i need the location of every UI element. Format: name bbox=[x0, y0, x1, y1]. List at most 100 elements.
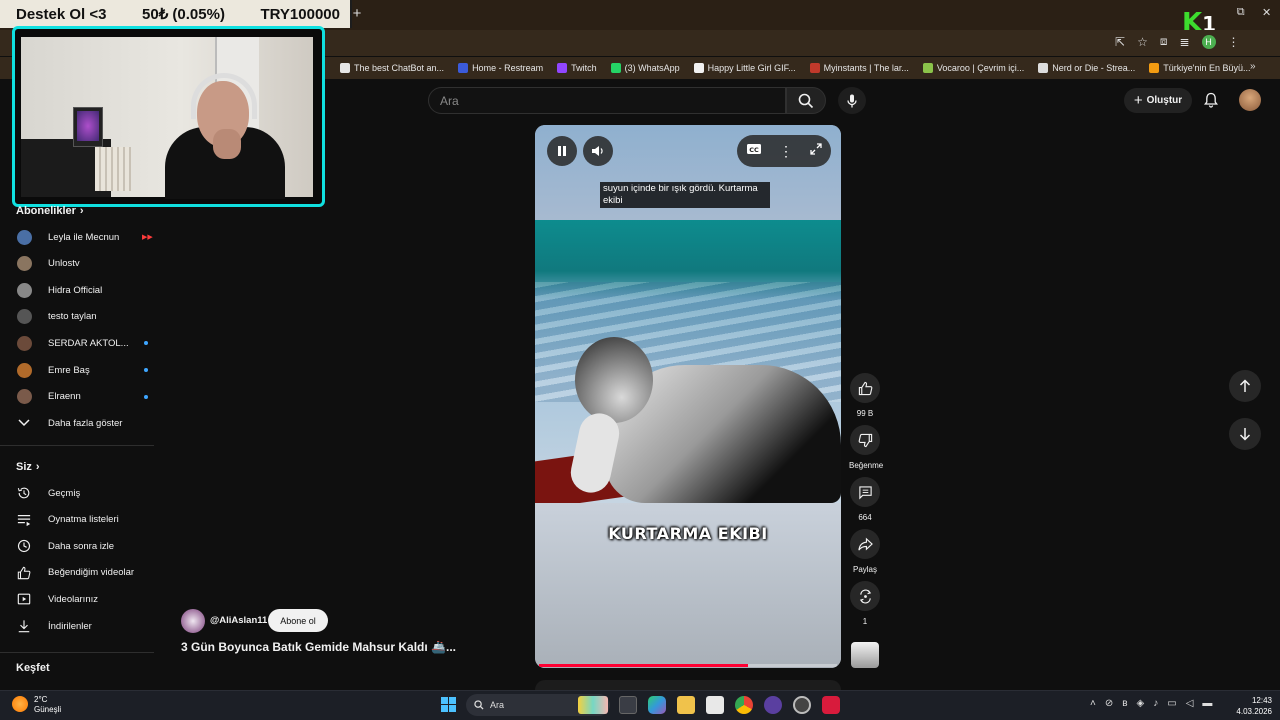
bookmark-item[interactable]: Twitch bbox=[557, 63, 597, 73]
search-input[interactable]: Ara bbox=[428, 87, 786, 114]
windows-start-icon[interactable] bbox=[441, 697, 456, 712]
voice-search-button[interactable] bbox=[838, 87, 866, 114]
volume-tray-icon[interactable]: ◁ bbox=[1186, 698, 1194, 709]
previous-short-button[interactable] bbox=[1229, 370, 1261, 402]
security-icon[interactable]: ◈ bbox=[1137, 698, 1145, 709]
user-avatar[interactable] bbox=[1239, 89, 1261, 111]
sidebar-item-thumbs-up[interactable]: Beğendiğim videolar bbox=[16, 563, 154, 583]
mic-tray-icon[interactable]: ♪ bbox=[1153, 698, 1158, 709]
pause-button[interactable] bbox=[547, 136, 577, 166]
next-short-preview[interactable] bbox=[535, 680, 841, 690]
weather-widget[interactable]: 2°C Güneşli bbox=[34, 695, 61, 715]
bookmark-item[interactable]: Happy Little Girl GIF... bbox=[693, 63, 796, 73]
sidebar-channel-item[interactable]: Elraenn bbox=[16, 387, 154, 407]
bookmark-item[interactable]: Vocaroo | Çevrim içi... bbox=[922, 63, 1024, 73]
new-content-dot-icon bbox=[144, 341, 148, 346]
subscribe-button[interactable]: Abone ol bbox=[268, 609, 328, 632]
task-view-icon[interactable] bbox=[619, 696, 637, 714]
thumbs-up-icon bbox=[858, 381, 872, 395]
notifications-button[interactable] bbox=[1200, 89, 1222, 111]
sound-thumbnail[interactable] bbox=[851, 642, 879, 668]
bookmarks-more-button[interactable]: » bbox=[1250, 61, 1256, 72]
taskbar-clock[interactable]: 12:43 4.03.2026 bbox=[1232, 695, 1272, 717]
network-off-icon[interactable]: ⊘ bbox=[1105, 698, 1113, 709]
next-short-button[interactable] bbox=[1229, 418, 1261, 450]
red-app-icon[interactable] bbox=[822, 696, 840, 714]
comments-button[interactable] bbox=[850, 477, 880, 507]
bookmark-item[interactable]: The best ChatBot an... bbox=[340, 63, 444, 73]
sidebar-channel-item[interactable]: Leyla ile Mecnun ▶▶ bbox=[16, 227, 154, 247]
bookmark-favicon-icon bbox=[1038, 63, 1049, 73]
battery-icon[interactable]: ▬ bbox=[1202, 698, 1212, 709]
dislike-action[interactable]: Beğenme bbox=[849, 425, 883, 470]
bookmark-label: (3) WhatsApp bbox=[624, 63, 680, 73]
bookmark-item[interactable]: Myinstants | The lar... bbox=[809, 63, 909, 73]
dislike-button[interactable] bbox=[850, 425, 880, 455]
browser-toolbar: ⇱ ☆ ⧈ ≣ H ⋮ bbox=[1115, 34, 1240, 49]
bookmark-item[interactable]: (3) WhatsApp bbox=[610, 63, 680, 73]
media-control-icon[interactable]: ≣ bbox=[1179, 35, 1189, 49]
remix-button[interactable] bbox=[850, 581, 880, 611]
subscriptions-title[interactable]: Abonelikler › bbox=[16, 205, 84, 217]
explore-title[interactable]: Keşfet bbox=[16, 662, 50, 674]
bluetooth-icon[interactable]: ʙ bbox=[1122, 698, 1127, 709]
microphone-icon bbox=[847, 94, 857, 107]
donation-goal: TRY100000 bbox=[260, 5, 340, 23]
show-more-button[interactable]: Daha fazla göster bbox=[16, 413, 154, 433]
channel-avatar[interactable] bbox=[181, 609, 205, 633]
display-icon[interactable]: ▭ bbox=[1167, 698, 1176, 709]
file-explorer-icon[interactable] bbox=[677, 696, 695, 714]
bookmark-item[interactable]: Türkiye'nin En Büyü... bbox=[1149, 63, 1251, 73]
search-button[interactable] bbox=[786, 87, 826, 114]
sidebar-channel-item[interactable]: Hidra Official bbox=[16, 280, 154, 300]
sidebar-channel-item[interactable]: testo taylan bbox=[16, 307, 154, 327]
progress-bar[interactable] bbox=[539, 664, 837, 667]
bookmark-item[interactable]: Nerd or Die - Strea... bbox=[1038, 63, 1135, 73]
volume-button[interactable] bbox=[583, 136, 613, 166]
fullscreen-icon[interactable] bbox=[810, 142, 822, 160]
search-placeholder: Ara bbox=[440, 93, 459, 108]
more-options-icon[interactable]: ⋮ bbox=[779, 143, 793, 160]
video-title[interactable]: 3 Gün Boyunca Batık Gemide Mahsur Kaldı … bbox=[181, 640, 456, 654]
chrome-icon[interactable] bbox=[735, 696, 753, 714]
weather-sun-icon[interactable] bbox=[12, 696, 28, 712]
sidebar-item-download[interactable]: İndirilenler bbox=[16, 616, 154, 636]
comments-action[interactable]: 664 bbox=[849, 477, 881, 522]
sidebar-channel-item[interactable]: SERDAR AKTOL... bbox=[16, 333, 154, 353]
webcam-pc-light bbox=[77, 111, 99, 141]
profile-avatar[interactable]: H bbox=[1201, 34, 1216, 49]
bookmark-item[interactable]: Home - Restream bbox=[458, 63, 543, 73]
sidebar-channel-item[interactable]: Unlostv bbox=[16, 254, 154, 274]
bookmark-favicon-icon bbox=[610, 63, 621, 73]
restore-icon[interactable]: ⧉ bbox=[1237, 6, 1245, 22]
channel-handle[interactable]: @AliAslan11 bbox=[210, 615, 267, 626]
extensions-icon[interactable]: ⧈ bbox=[1160, 34, 1168, 49]
install-app-icon[interactable]: ⇱ bbox=[1115, 35, 1125, 49]
close-icon[interactable]: ✕ bbox=[1262, 6, 1271, 22]
sidebar-item-video[interactable]: Videolarınız bbox=[16, 589, 154, 609]
like-button[interactable] bbox=[850, 373, 880, 403]
remix-action[interactable]: 1 bbox=[849, 581, 881, 626]
search-icon bbox=[474, 700, 484, 710]
chat-app-icon[interactable] bbox=[764, 696, 782, 714]
sidebar-item-clock[interactable]: Daha sonra izle bbox=[16, 536, 154, 556]
sidebar-item-playlist[interactable]: Oynatma listeleri bbox=[16, 510, 154, 530]
sidebar-item-label: Videolarınız bbox=[48, 593, 98, 605]
copilot-icon[interactable] bbox=[648, 696, 666, 714]
store-icon[interactable] bbox=[706, 696, 724, 714]
steam-icon[interactable] bbox=[793, 696, 811, 714]
captions-icon[interactable]: CC bbox=[746, 142, 762, 160]
sidebar-item-history[interactable]: Geçmiş bbox=[16, 483, 154, 503]
menu-kebab-icon[interactable]: ⋮ bbox=[1228, 35, 1240, 49]
share-action[interactable]: Paylaş bbox=[849, 529, 881, 574]
you-title[interactable]: Siz › bbox=[16, 461, 40, 473]
chevron-up-icon[interactable]: ˄ bbox=[1090, 698, 1096, 709]
new-tab-button[interactable]: + bbox=[348, 5, 366, 23]
create-button[interactable]: + Oluştur bbox=[1124, 88, 1192, 113]
bookmark-star-icon[interactable]: ☆ bbox=[1137, 35, 1148, 49]
svg-text:CC: CC bbox=[749, 146, 759, 154]
shorts-player[interactable]: suyun içinde bir ışık gördü. Kurtarma ek… bbox=[535, 125, 841, 668]
like-action[interactable]: 99 B bbox=[849, 373, 881, 418]
share-button[interactable] bbox=[850, 529, 880, 559]
sidebar-channel-item[interactable]: Emre Baş bbox=[16, 360, 154, 380]
